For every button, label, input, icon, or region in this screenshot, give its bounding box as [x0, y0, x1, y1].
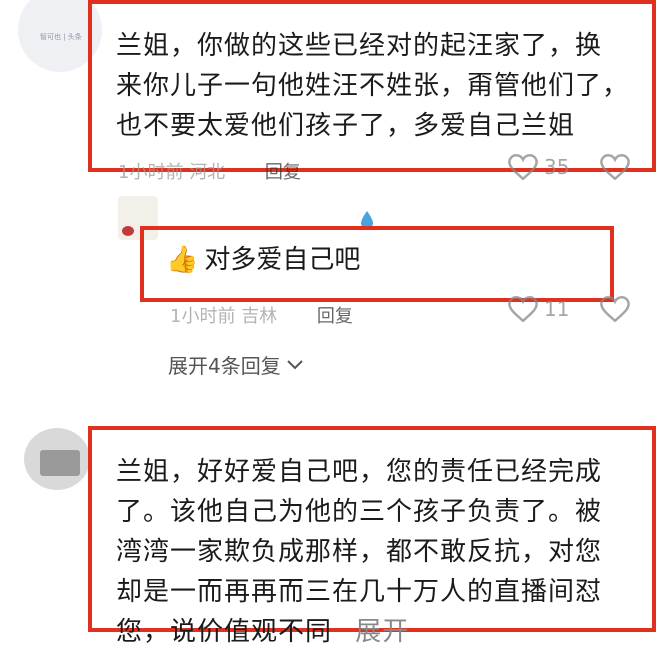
reply-1-meta: 1小时前 吉林 回复 — [170, 302, 353, 328]
reply-1-like-button[interactable]: 11 — [508, 296, 569, 322]
heart-icon — [508, 296, 538, 322]
heart-icon — [508, 154, 538, 180]
comment-1-reply-button[interactable]: 回复 — [265, 162, 301, 183]
expand-text-button[interactable]: 展开 — [355, 617, 409, 647]
comment-1-like-button[interactable]: 35 — [508, 154, 569, 180]
avatar-watermark: 智可也 | 头条 — [40, 33, 82, 41]
chevron-down-icon — [287, 359, 303, 370]
comment-2-line-1: 兰姐，好好爱自己吧，您的责任已经完成 — [116, 457, 603, 487]
comment-1-line-1: 兰姐，你做的这些已经对的起汪家了，换 — [116, 31, 603, 61]
avatar-detail — [122, 226, 134, 236]
reply-1-like-count: 11 — [544, 297, 570, 321]
reply-1-location: 吉林 — [241, 306, 278, 327]
comment-1-like-count: 35 — [544, 155, 570, 179]
expand-replies-button[interactable]: 展开4条回复 — [168, 350, 303, 379]
comment-1-time: 1小时前 — [118, 162, 184, 183]
comment-2-line-3: 湾湾一家欺负成那样，都不敢反抗，对您 — [116, 537, 603, 567]
expand-replies-label: 展开4条回复 — [168, 354, 281, 378]
avatar-detail — [40, 450, 80, 476]
avatar[interactable] — [24, 428, 90, 490]
comment-2-line-4: 却是一而再再而三在几十万人的直播间怼 — [116, 577, 603, 607]
reply-1-dislike-icon[interactable] — [600, 296, 630, 322]
comment-1-meta: 1小时前 河北 回复 — [118, 158, 301, 184]
comment-1-line-3: 也不要太爱他们孩子了，多爱自己兰姐 — [116, 111, 576, 141]
thumbs-up-icon: 👍 — [166, 245, 199, 275]
comment-2-line-5-text: 您，说价值观不同 — [116, 617, 333, 647]
comment-2-text: 兰姐，好好爱自己吧，您的责任已经完成 了。该他自己为他的三个孩子负责了。被 湾湾… — [116, 452, 656, 652]
reply-1-time: 1小时前 — [170, 306, 236, 327]
comment-2-line-5: 您，说价值观不同 展开 — [116, 612, 656, 652]
comment-1-location: 河北 — [189, 162, 226, 183]
comment-1-dislike-icon[interactable] — [600, 154, 630, 180]
comment-2-line-2: 了。该他自己为他的三个孩子负责了。被 — [116, 497, 603, 527]
comment-1-text: 兰姐，你做的这些已经对的起汪家了，换 来你儿子一句他姓汪不姓张，甭管他们了， 也… — [116, 26, 656, 146]
reply-1-reply-button[interactable]: 回复 — [317, 306, 353, 327]
reply-1-text: 👍 对多爱自己吧 — [166, 242, 360, 278]
comment-1-line-2: 来你儿子一句他姓汪不姓张，甭管他们了， — [116, 71, 630, 101]
reply-1-content: 对多爱自己吧 — [204, 245, 361, 275]
